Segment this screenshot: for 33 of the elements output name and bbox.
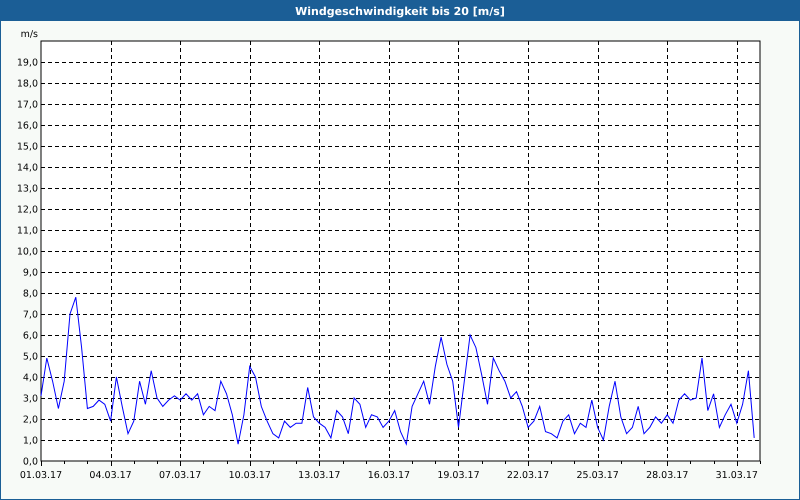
- y-tick-label: 19,0: [16, 58, 38, 68]
- y-tick-label: 2,0: [22, 414, 38, 426]
- y-tick-label: 16,0: [16, 120, 38, 132]
- y-tick-label: 1,0: [22, 436, 38, 446]
- y-tick-label: 14,0: [16, 162, 38, 174]
- x-tick-label: 07.03.17: [159, 470, 202, 481]
- x-tick-label: 19.03.17: [437, 470, 480, 481]
- x-tick-label: 04.03.17: [89, 470, 132, 481]
- x-tick-label: 22.03.17: [506, 470, 550, 481]
- y-tick-label: 9,0: [22, 268, 38, 278]
- y-tick-label: 17,0: [16, 100, 38, 110]
- y-tick-label: 11,0: [16, 226, 38, 236]
- x-tick-label: 25.03.17: [576, 470, 619, 481]
- y-tick-label: 7,0: [22, 310, 38, 320]
- y-tick-label: 13,0: [16, 184, 38, 194]
- y-tick-label: 15,0: [16, 142, 38, 152]
- y-tick-label: 3,0: [22, 394, 38, 404]
- y-tick-label: 12,0: [16, 204, 38, 216]
- y-tick-label: 6,0: [22, 330, 38, 342]
- x-tick-label: 01.03.17: [20, 470, 62, 481]
- x-tick-label: 10.03.17: [228, 470, 271, 481]
- y-tick-label: 18,0: [16, 78, 38, 90]
- x-tick-label: 16.03.17: [368, 470, 410, 481]
- y-tick-label: 10,0: [16, 246, 38, 258]
- y-axis-unit: m/s: [20, 29, 38, 40]
- y-tick-label: 8,0: [22, 288, 38, 300]
- x-tick-label: 28.03.17: [646, 470, 688, 481]
- y-tick-label: 4,0: [22, 372, 38, 384]
- y-tick-label: 0,0: [22, 456, 38, 468]
- x-tick-label: 31.03.17: [716, 470, 758, 481]
- x-tick-label: 13.03.17: [298, 470, 340, 481]
- chart-title: Windgeschwindigkeit bis 20 [m/s]: [295, 4, 505, 18]
- y-tick-label: 5,0: [22, 352, 38, 362]
